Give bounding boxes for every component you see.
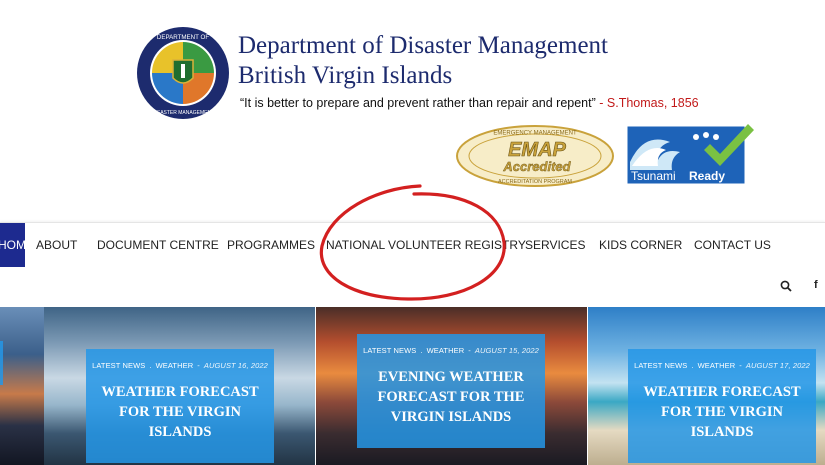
category-tag[interactable]: LATEST NEWS: [92, 361, 145, 370]
emap-bottom-arc: ACCREDITATION PROGRAM: [498, 179, 572, 185]
header-quote: “It is better to prepare and prevent rat…: [240, 96, 699, 110]
news-card[interactable]: LATEST NEWS. WEATHER - AUGUST 15, 2022 EVEN…: [357, 334, 545, 448]
post-date: AUGUST 16, 2022: [203, 361, 268, 370]
news-slide-1[interactable]: LATEST NEWS. WEATHER - AUGUST 16, 2022 WEAT…: [44, 307, 315, 465]
post-date: AUGUST 17, 2022: [745, 361, 810, 370]
post-date: AUGUST 15, 2022: [474, 346, 539, 355]
category-tag[interactable]: LATEST NEWS: [363, 346, 416, 355]
search-icon[interactable]: [780, 280, 792, 292]
nav-document-centre[interactable]: DOCUMENT CENTRE: [97, 238, 219, 252]
category-tag[interactable]: WEATHER: [156, 361, 194, 370]
nav-contact-us[interactable]: CONTACT US: [694, 238, 771, 252]
news-slide-3[interactable]: LATEST NEWS. WEATHER - AUGUST 17, 2022 WEAT…: [588, 307, 825, 465]
logo-text-top: DEPARTMENT OF: [157, 34, 209, 41]
tsunami-ready-badge[interactable]: Tsunami Ready: [626, 122, 758, 188]
emap-accredited-badge[interactable]: EMERGENCY MANAGEMENT EMAP Accredited ACC…: [455, 124, 615, 188]
post-meta: LATEST NEWS. WEATHER - AUGUST 17, 2022: [634, 361, 810, 370]
post-title[interactable]: WEATHER FORECAST FOR THE VIRGIN ISLANDS: [628, 382, 816, 442]
partial-slide-left[interactable]: [0, 307, 44, 465]
emap-top-arc: EMERGENCY MANAGEMENT: [493, 131, 577, 137]
nav-national-volunteer-registry[interactable]: NATIONAL VOLUNTEER REGISTRY: [326, 238, 526, 252]
nav-about[interactable]: ABOUT: [36, 238, 77, 252]
post-title[interactable]: EVENING WEATHER FORECAST FOR THE VIRGIN …: [357, 367, 545, 427]
post-meta: LATEST NEWS. WEATHER - AUGUST 15, 2022: [363, 346, 539, 355]
nav-home[interactable]: HOME: [0, 223, 25, 267]
nav-kids-corner[interactable]: KIDS CORNER: [599, 238, 682, 252]
nav-services[interactable]: SERVICES: [525, 238, 585, 252]
nav-programmes[interactable]: PROGRAMMES: [227, 238, 315, 252]
quote-attribution: - S.Thomas, 1856: [599, 96, 699, 110]
tsunami-word: Tsunami: [631, 169, 676, 183]
emap-big-text: EMAP: [508, 139, 566, 161]
site-header: DEPARTMENT OF DISASTER MANAGEMENT Depart…: [0, 0, 825, 222]
news-card[interactable]: LATEST NEWS. WEATHER - AUGUST 16, 2022 WEAT…: [86, 349, 274, 463]
news-slider: LATEST NEWS. WEATHER - AUGUST 16, 2022 WEAT…: [0, 307, 825, 465]
post-meta: LATEST NEWS. WEATHER - AUGUST 16, 2022: [92, 361, 268, 370]
category-tag[interactable]: WEATHER: [698, 361, 736, 370]
ddm-logo[interactable]: DEPARTMENT OF DISASTER MANAGEMENT: [136, 26, 230, 120]
logo-text-bottom: DISASTER MANAGEMENT: [152, 110, 214, 116]
facebook-icon[interactable]: f: [814, 279, 818, 291]
category-tag[interactable]: WEATHER: [427, 346, 465, 355]
category-tag[interactable]: LATEST NEWS: [634, 361, 687, 370]
ready-word: Ready: [689, 169, 725, 183]
quote-text: “It is better to prepare and prevent rat…: [240, 96, 596, 110]
main-nav: HOME ABOUT DOCUMENT CENTRE PROGRAMMES NA…: [0, 222, 825, 308]
partial-card-edge: [0, 341, 3, 385]
org-name-line2: British Virgin Islands: [238, 62, 453, 89]
post-title[interactable]: WEATHER FORECAST FOR THE VIRGIN ISLANDS: [86, 382, 274, 442]
news-slide-2[interactable]: LATEST NEWS. WEATHER - AUGUST 15, 2022 EVEN…: [316, 307, 587, 465]
news-card[interactable]: LATEST NEWS. WEATHER - AUGUST 17, 2022 WEAT…: [628, 349, 816, 463]
emap-sub-text: Accredited: [502, 159, 571, 174]
org-name-line1: Department of Disaster Management: [238, 32, 609, 59]
